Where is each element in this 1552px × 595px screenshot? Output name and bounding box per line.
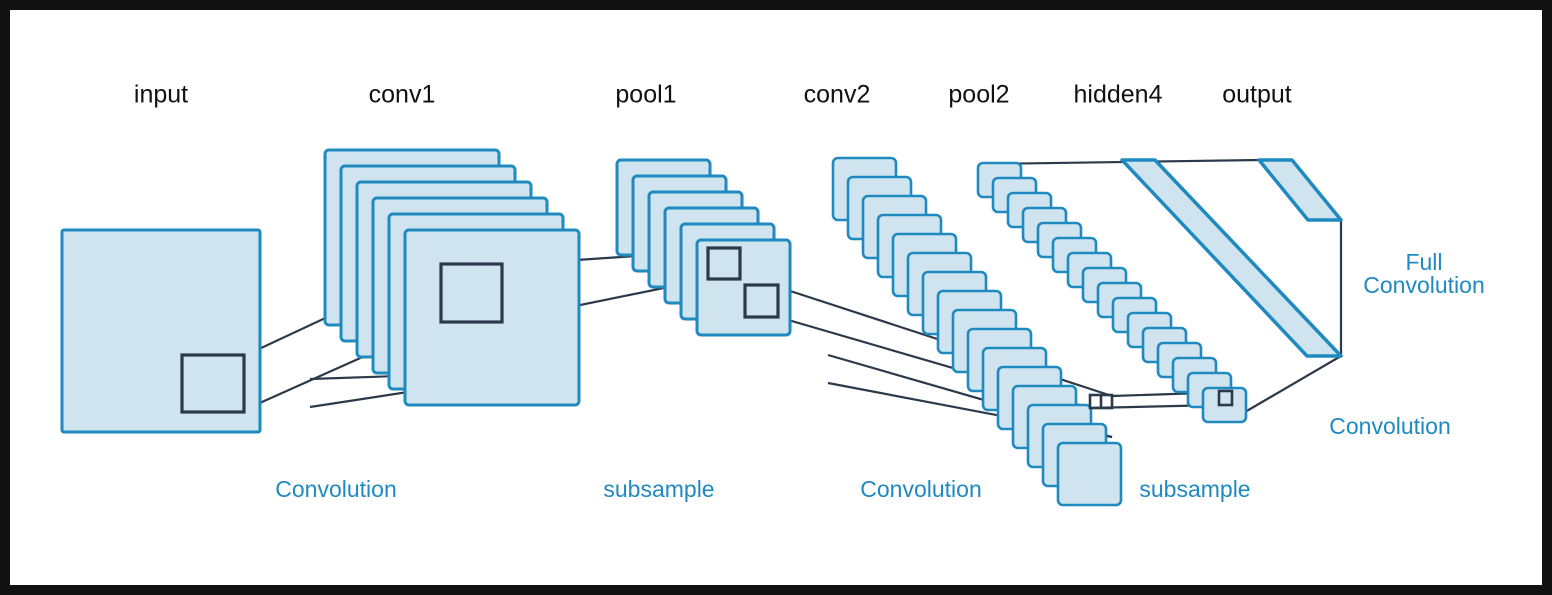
operation-label-full-conv-l2: Convolution [1363,272,1484,298]
layer-output[interactable] [1257,158,1343,222]
layer-input[interactable] [60,228,262,434]
layer-name-conv2: conv2 [804,81,871,109]
layer-name-pool1: pool1 [615,81,676,109]
operation-label-conv-2: Convolution [860,476,981,502]
operation-label-conv-3: Convolution [1329,413,1450,439]
layer-conv2[interactable] [831,156,1123,507]
layer-name-output: output [1222,81,1292,109]
layer-pool1[interactable] [615,158,792,337]
layer-name-input: input [134,81,188,109]
layer-name-conv1: conv1 [369,81,436,109]
strip-output[interactable] [1257,158,1343,222]
diagram-canvas: input conv1 pool1 conv2 pool2 hidden4 output C… [10,10,1542,585]
plane-input[interactable] [60,228,262,434]
layer-name-labels-group: input conv1 pool1 conv2 pool2 hidden4 output [134,81,1292,109]
operation-label-subsample-1: subsample [603,476,714,502]
operation-label-conv-1: Convolution [275,476,396,502]
layer-conv1[interactable] [323,148,581,407]
plane-conv2-15[interactable] [1056,441,1123,507]
plane-conv1-0[interactable] [403,228,581,407]
cnn-architecture-diagram: input conv1 pool1 conv2 pool2 hidden4 output C… [60,81,1485,507]
layer-name-pool2: pool2 [948,81,1009,109]
layer-name-hidden4: hidden4 [1074,81,1163,109]
diagram-frame: input conv1 pool1 conv2 pool2 hidden4 output C… [0,0,1552,595]
connector-pool2-to-hidden-bot [1244,355,1342,413]
operation-label-subsample-2: subsample [1139,476,1250,502]
